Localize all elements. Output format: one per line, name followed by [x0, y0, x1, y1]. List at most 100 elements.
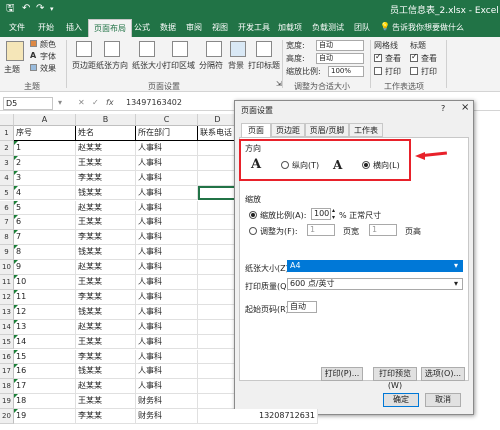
cell-dept[interactable]: 财务科 [136, 409, 198, 424]
column-header-b[interactable]: B [76, 114, 136, 126]
tab-file[interactable]: 文件 [9, 22, 25, 33]
name-box-dropdown-icon[interactable]: ▾ [58, 98, 62, 107]
cell-dept[interactable]: 人事科 [136, 275, 198, 290]
select-all-corner[interactable] [0, 114, 14, 126]
tab-addins[interactable]: 加载项 [278, 22, 302, 33]
row-header[interactable]: 4 [0, 170, 14, 186]
cell-seq[interactable]: 14 [14, 334, 76, 350]
margins-button[interactable]: 页边距 [72, 60, 96, 71]
header-cell[interactable]: 姓名 [76, 126, 136, 141]
header-cell[interactable]: 所在部门 [136, 126, 198, 141]
row-header[interactable]: 12 [0, 289, 14, 305]
cell-seq[interactable]: 4 [14, 185, 76, 201]
cell-phone[interactable] [198, 215, 238, 231]
tab-page-layout[interactable]: 页面布局 [88, 19, 132, 37]
breaks-button[interactable]: 分隔符 [199, 60, 223, 71]
cell-phone[interactable] [198, 289, 238, 305]
cell-name[interactable]: 李某某 [76, 230, 136, 246]
cell-phone[interactable] [198, 379, 238, 395]
cell-name[interactable]: 王某某 [76, 155, 136, 171]
save-icon[interactable]: 🖫 [6, 3, 15, 15]
page-setup-launcher-icon[interactable]: ⇲ [276, 80, 282, 88]
cell-name[interactable]: 王某某 [76, 334, 136, 350]
cell-dept[interactable]: 财务科 [136, 394, 198, 410]
cell-seq[interactable]: 17 [14, 379, 76, 395]
portrait-radio[interactable] [281, 161, 289, 169]
tab-view[interactable]: 视图 [212, 22, 228, 33]
row-header[interactable]: 3 [0, 155, 14, 171]
headings-print-checkbox[interactable] [410, 67, 418, 75]
row-header[interactable]: 18 [0, 379, 14, 395]
tab-formulas[interactable]: 公式 [134, 22, 150, 33]
ok-button[interactable]: 确定 [383, 393, 419, 407]
cell-name[interactable]: 赵某某 [76, 319, 136, 335]
gridlines-print-checkbox[interactable] [374, 67, 382, 75]
cell-name[interactable]: 赵某某 [76, 200, 136, 216]
paper-size-dropdown-icon[interactable]: ▾ [454, 261, 458, 270]
cell-phone[interactable] [198, 245, 238, 261]
row-header[interactable]: 10 [0, 260, 14, 275]
tab-page[interactable]: 页面 [241, 123, 271, 138]
column-header-d[interactable]: D [198, 114, 238, 126]
cell-name[interactable]: 赵某某 [76, 379, 136, 395]
name-box[interactable]: D5 [3, 97, 53, 110]
cell-name[interactable]: 王某某 [76, 275, 136, 290]
print-quality-select[interactable]: 600 点/英寸 [287, 278, 463, 290]
cell-phone[interactable] [198, 319, 238, 335]
row-header[interactable]: 7 [0, 215, 14, 231]
cell-name[interactable]: 王某某 [76, 394, 136, 410]
tab-review[interactable]: 审阅 [186, 22, 202, 33]
background-button[interactable]: 背景 [228, 60, 244, 71]
cancel-button[interactable]: 取消 [425, 393, 461, 407]
cell-seq[interactable]: 3 [14, 170, 76, 186]
tab-load-test[interactable]: 负载测试 [312, 22, 344, 33]
cell-name[interactable]: 李某某 [76, 289, 136, 305]
cell-seq[interactable]: 15 [14, 349, 76, 365]
tell-me-box[interactable]: 告诉我你想要做什么 [392, 22, 464, 33]
undo-icon[interactable]: ↶ [22, 3, 30, 15]
cell-name[interactable]: 李某某 [76, 409, 136, 424]
cell-phone[interactable] [198, 304, 238, 320]
tab-home[interactable]: 开始 [38, 22, 54, 33]
cell-seq[interactable]: 8 [14, 245, 76, 261]
options-button[interactable]: 选项(O)... [421, 367, 465, 381]
header-cell[interactable]: 联系电话 [198, 126, 238, 141]
cell-phone[interactable] [198, 275, 238, 290]
row-header[interactable]: 1 [0, 126, 14, 141]
landscape-radio[interactable] [362, 161, 370, 169]
row-header[interactable]: 17 [0, 364, 14, 380]
row-header[interactable]: 20 [0, 409, 14, 424]
print-preview-button[interactable]: 打印预览(W) [373, 367, 417, 390]
cell-phone[interactable] [198, 140, 238, 156]
tab-margins[interactable]: 页边距 [271, 123, 305, 137]
cell-dept[interactable]: 人事科 [136, 155, 198, 171]
cell-seq[interactable]: 1 [14, 140, 76, 156]
cell-dept[interactable]: 人事科 [136, 334, 198, 350]
cell-name[interactable]: 赵某某 [76, 260, 136, 275]
fit-height-input[interactable]: 1 [369, 224, 397, 236]
cell-dept[interactable]: 人事科 [136, 230, 198, 246]
enter-icon[interactable]: ✓ [92, 98, 99, 107]
cell-dept[interactable]: 人事科 [136, 245, 198, 261]
tab-team[interactable]: 团队 [354, 22, 370, 33]
cell-seq[interactable]: 12 [14, 304, 76, 320]
cell-phone[interactable] [198, 394, 238, 410]
print-titles-button[interactable]: 打印标题 [248, 60, 280, 71]
cell-dept[interactable]: 人事科 [136, 215, 198, 231]
column-header-c[interactable]: C [136, 114, 198, 126]
width-select[interactable]: 自动 [316, 40, 364, 51]
cell-seq[interactable]: 11 [14, 289, 76, 305]
row-header[interactable]: 5 [0, 185, 14, 201]
cell-seq[interactable]: 18 [14, 394, 76, 410]
cell-name[interactable]: 钱某某 [76, 364, 136, 380]
tab-sheet[interactable]: 工作表 [349, 123, 383, 137]
tab-header-footer[interactable]: 页眉/页脚 [305, 123, 349, 137]
insert-function-icon[interactable]: fx [106, 98, 114, 107]
tab-insert[interactable]: 插入 [66, 22, 82, 33]
cell-seq[interactable]: 5 [14, 200, 76, 216]
tab-developer[interactable]: 开发工具 [238, 22, 270, 33]
cell-seq[interactable]: 9 [14, 260, 76, 275]
row-header[interactable]: 11 [0, 275, 14, 290]
cell-seq[interactable]: 13 [14, 319, 76, 335]
cell-dept[interactable]: 人事科 [136, 140, 198, 156]
